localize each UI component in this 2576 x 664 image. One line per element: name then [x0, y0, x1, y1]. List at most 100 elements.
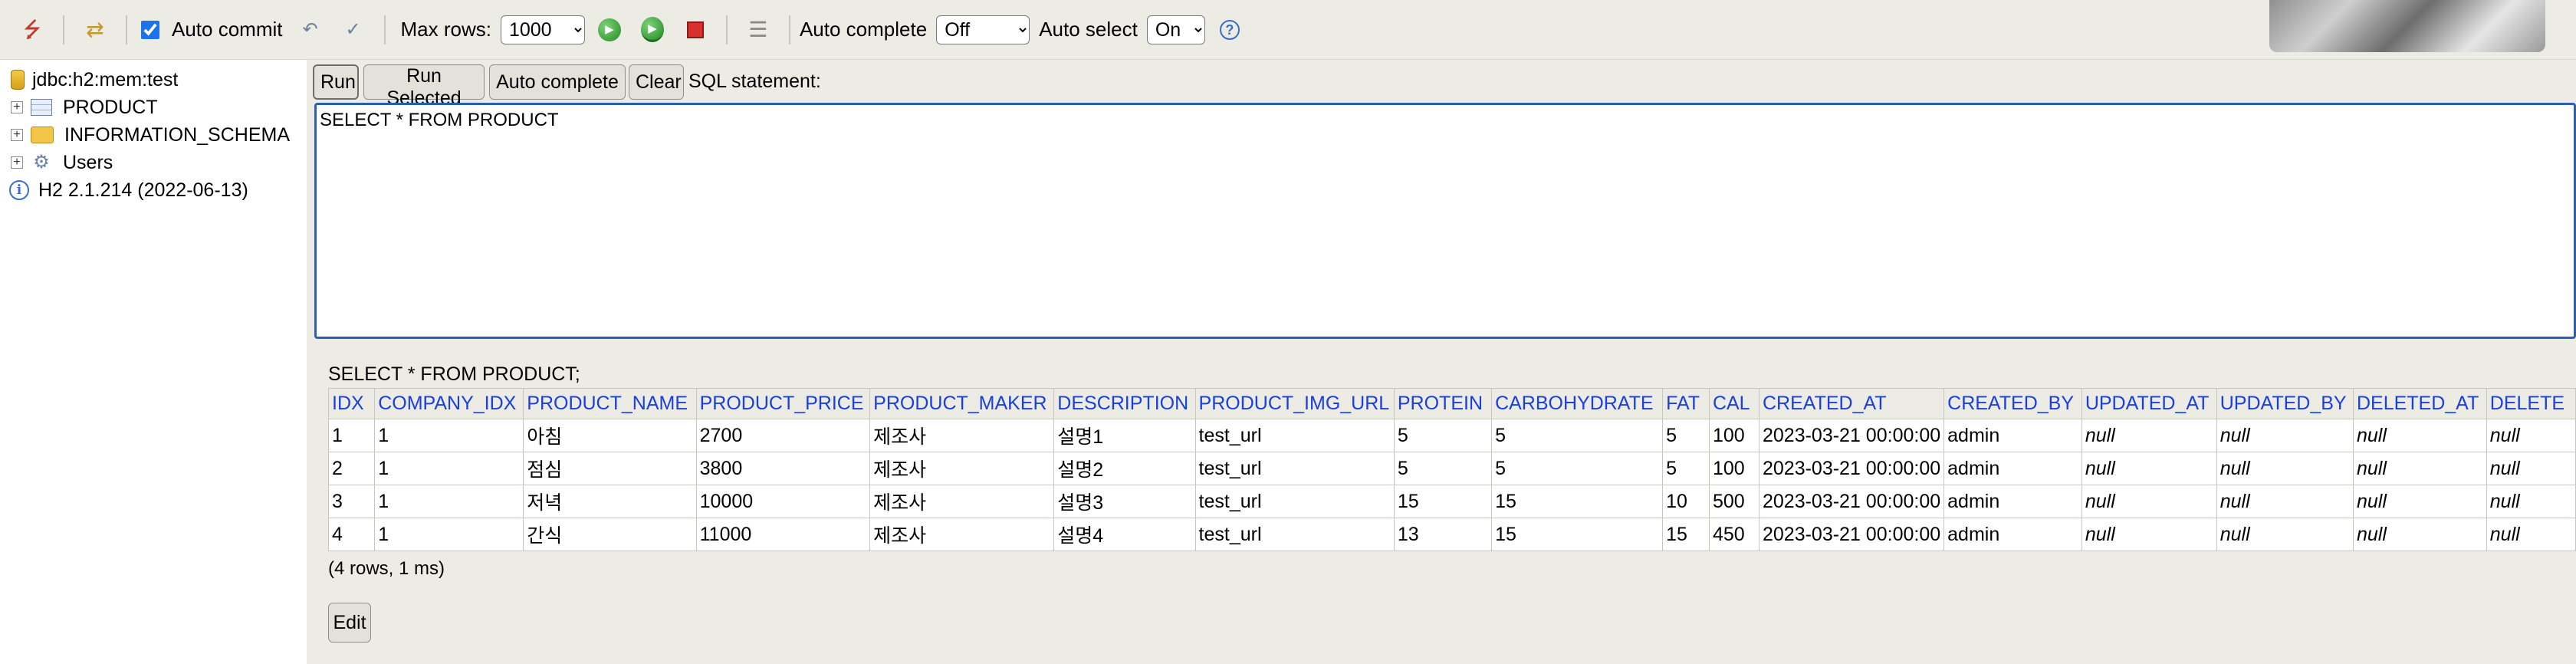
column-header[interactable]: PRODUCT_MAKER	[869, 388, 1055, 419]
table-cell: 4	[327, 518, 376, 551]
run-button[interactable]: Run	[313, 64, 359, 100]
table-cell: admin	[1944, 419, 2082, 452]
table-cell: 10	[1662, 485, 1710, 518]
table-cell: test_url	[1194, 419, 1395, 452]
column-header[interactable]: CREATED_AT	[1758, 388, 1945, 419]
table-cell: 제조사	[869, 485, 1055, 518]
table-cell: 제조사	[869, 452, 1055, 485]
column-header[interactable]: PROTEIN	[1393, 388, 1493, 419]
column-header[interactable]: UPDATED_BY	[2216, 388, 2354, 419]
table-cell: null	[2216, 419, 2354, 452]
run-icon[interactable]: ▶	[594, 15, 625, 45]
table-cell: 15	[1491, 485, 1664, 518]
tree-connection[interactable]: jdbc:h2:mem:test	[0, 66, 178, 94]
refresh-icon[interactable]: ⇄	[80, 15, 110, 45]
column-header[interactable]: CREATED_BY	[1944, 388, 2082, 419]
table-cell: 3	[327, 485, 376, 518]
table-cell: 설명2	[1053, 452, 1196, 485]
toolbar-divider	[63, 15, 64, 44]
column-header[interactable]: DELETE	[2486, 388, 2576, 419]
table-cell: null	[2216, 452, 2354, 485]
clear-button[interactable]: Clear	[629, 64, 684, 100]
toolbar-divider	[788, 15, 790, 44]
column-header[interactable]: DELETED_AT	[2352, 388, 2487, 419]
table-cell: 5	[1393, 419, 1493, 452]
table-cell: 제조사	[869, 518, 1055, 551]
rollback-icon[interactable]: ↶	[295, 15, 326, 45]
help-icon[interactable]: ?	[1214, 15, 1245, 45]
table-row: 1 1 아침 2700 제조사 설명1 test_url 5 5 5 100 2023-03-21 0…	[327, 419, 2576, 452]
auto-commit-checkbox[interactable]	[141, 20, 159, 39]
table-cell: null	[2216, 485, 2354, 518]
expand-icon[interactable]: +	[11, 129, 23, 141]
table-cell: 저녁	[523, 485, 697, 518]
table-row: 3 1 저녁 10000 제조사 설명3 test_url 15 15 10 500 2023-03-…	[327, 485, 2576, 518]
result-summary: (4 rows, 1 ms)	[328, 558, 445, 579]
max-rows-label: Max rows:	[400, 18, 491, 41]
tree-item-users[interactable]: + ⚙ Users	[0, 149, 113, 176]
expand-icon[interactable]: +	[11, 101, 23, 113]
users-icon: ⚙	[33, 152, 50, 173]
column-header[interactable]: DESCRIPTION	[1053, 388, 1196, 419]
edit-button[interactable]: Edit	[328, 603, 371, 643]
commit-icon[interactable]: ✓	[338, 15, 369, 45]
screenshot-thumbnail	[2269, 0, 2545, 52]
column-header[interactable]: PRODUCT_NAME	[523, 388, 697, 419]
table-cell: 1	[374, 518, 524, 551]
database-icon	[11, 70, 25, 90]
table-cell: 2023-03-21 00:00:00	[1758, 452, 1945, 485]
auto-select-select[interactable]: On	[1146, 15, 1205, 44]
table-cell: 2023-03-21 00:00:00	[1758, 485, 1945, 518]
info-icon: i	[9, 180, 29, 200]
tree-item-label: PRODUCT	[63, 96, 158, 118]
table-cell: 15	[1393, 485, 1493, 518]
table-cell: null	[2352, 419, 2487, 452]
table-cell: test_url	[1194, 518, 1395, 551]
table-cell: null	[2486, 419, 2576, 452]
auto-complete-select[interactable]: Off	[936, 15, 1030, 44]
table-cell: 2023-03-21 00:00:00	[1758, 518, 1945, 551]
expand-icon[interactable]: +	[11, 156, 23, 169]
table-cell: admin	[1944, 452, 2082, 485]
max-rows-select[interactable]: 1000	[500, 15, 585, 44]
column-header[interactable]: PRODUCT_IMG_URL	[1194, 388, 1395, 419]
result-table: IDX COMPANY_IDX PRODUCT_NAME PRODUCT_PRICE P…	[327, 388, 2576, 551]
table-cell: 설명3	[1053, 485, 1196, 518]
table-cell: null	[2081, 452, 2217, 485]
table-cell: 100	[1708, 452, 1760, 485]
column-header[interactable]: CARBOHYDRATE	[1491, 388, 1664, 419]
column-header[interactable]: PRODUCT_PRICE	[695, 388, 871, 419]
column-header[interactable]: COMPANY_IDX	[374, 388, 524, 419]
table-cell: 2023-03-21 00:00:00	[1758, 419, 1945, 452]
table-cell: 15	[1662, 518, 1710, 551]
table-cell: 5	[1491, 419, 1664, 452]
table-cell: 제조사	[869, 419, 1055, 452]
sql-editor[interactable]: SELECT * FROM PRODUCT	[314, 103, 2576, 339]
disconnect-icon[interactable]: ⭍	[17, 15, 48, 45]
version-label: H2 2.1.214 (2022-06-13)	[38, 179, 248, 201]
table-cell: 설명1	[1053, 419, 1196, 452]
folder-icon	[31, 127, 54, 143]
table-cell: admin	[1944, 518, 2082, 551]
query-panel: Run Run Selected Auto complete Clear SQL…	[307, 60, 2576, 340]
history-icon[interactable]: ☰	[743, 15, 774, 45]
table-cell: 500	[1708, 485, 1760, 518]
column-header[interactable]: CAL	[1708, 388, 1760, 419]
tree-item-label: INFORMATION_SCHEMA	[64, 123, 290, 146]
stop-icon[interactable]	[680, 15, 711, 45]
table-cell: admin	[1944, 485, 2082, 518]
column-header[interactable]: FAT	[1662, 388, 1710, 419]
column-header[interactable]: UPDATED_AT	[2081, 388, 2217, 419]
auto-commit-label: Auto commit	[172, 18, 283, 41]
column-header[interactable]: IDX	[327, 388, 376, 419]
table-cell: 2700	[695, 419, 871, 452]
tree-item-product[interactable]: + PRODUCT	[0, 94, 158, 121]
table-cell: null	[2352, 452, 2487, 485]
tree-item-information-schema[interactable]: + INFORMATION_SCHEMA	[0, 121, 290, 149]
table-cell: 5	[1491, 452, 1664, 485]
auto-complete-button[interactable]: Auto complete	[489, 64, 626, 100]
table-cell: 3800	[695, 452, 871, 485]
table-cell: 15	[1491, 518, 1664, 551]
run-selected-button[interactable]: Run Selected	[363, 64, 485, 109]
run-selected-icon[interactable]: ▶	[637, 15, 668, 45]
